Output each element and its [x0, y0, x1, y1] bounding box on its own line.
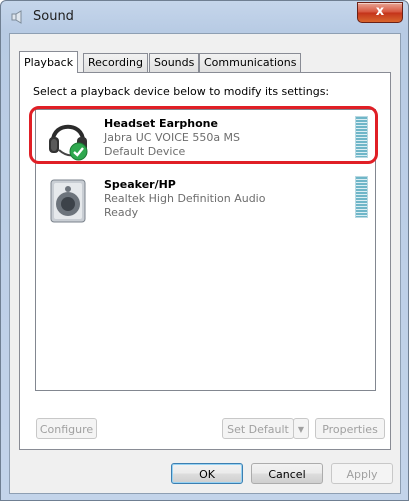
tab-sounds[interactable]: Sounds — [149, 53, 200, 72]
set-default-dropdown[interactable]: ▼ — [293, 418, 309, 439]
close-button[interactable]: x — [357, 2, 403, 23]
apply-button[interactable]: Apply — [331, 463, 393, 484]
instruction-text: Select a playback device below to modify… — [33, 85, 330, 98]
dialog-client-area: Playback Recording Sounds Communications… — [9, 33, 401, 494]
speaker-icon — [50, 179, 86, 223]
device-list[interactable]: Headset Earphone Jabra UC VOICE 550a MS … — [29, 106, 378, 391]
device-name: Speaker/HP — [104, 178, 176, 191]
default-check-icon — [69, 142, 88, 161]
speaker-title-icon — [11, 10, 22, 24]
level-meter — [355, 176, 368, 218]
window-title: Sound — [33, 9, 74, 24]
title-bar[interactable]: Sound x — [1, 1, 408, 33]
device-name: Headset Earphone — [104, 117, 218, 130]
configure-button[interactable]: Configure — [36, 418, 97, 439]
properties-button[interactable]: Properties — [315, 418, 385, 439]
device-status: Ready — [104, 206, 139, 219]
device-item-headset[interactable]: Headset Earphone Jabra UC VOICE 550a MS … — [29, 106, 378, 170]
device-model: Realtek High Definition Audio — [104, 192, 266, 205]
level-meter — [355, 116, 368, 158]
sound-dialog: Sound x Playback Recording Sounds Commun… — [0, 0, 409, 501]
playback-panel: Select a playback device below to modify… — [19, 72, 391, 450]
cancel-button[interactable]: Cancel — [251, 463, 323, 484]
tab-communications[interactable]: Communications — [199, 53, 302, 72]
chevron-down-icon: ▼ — [297, 425, 305, 434]
set-default-button[interactable]: Set Default — [222, 418, 294, 439]
device-model: Jabra UC VOICE 550a MS — [104, 131, 241, 144]
tab-recording[interactable]: Recording — [83, 53, 149, 72]
tab-playback[interactable]: Playback — [19, 51, 79, 73]
close-icon: x — [375, 4, 385, 19]
device-status: Default Device — [104, 145, 186, 158]
device-item-speaker[interactable]: Speaker/HP Realtek High Definition Audio… — [36, 172, 375, 232]
ok-button[interactable]: OK — [171, 463, 243, 484]
